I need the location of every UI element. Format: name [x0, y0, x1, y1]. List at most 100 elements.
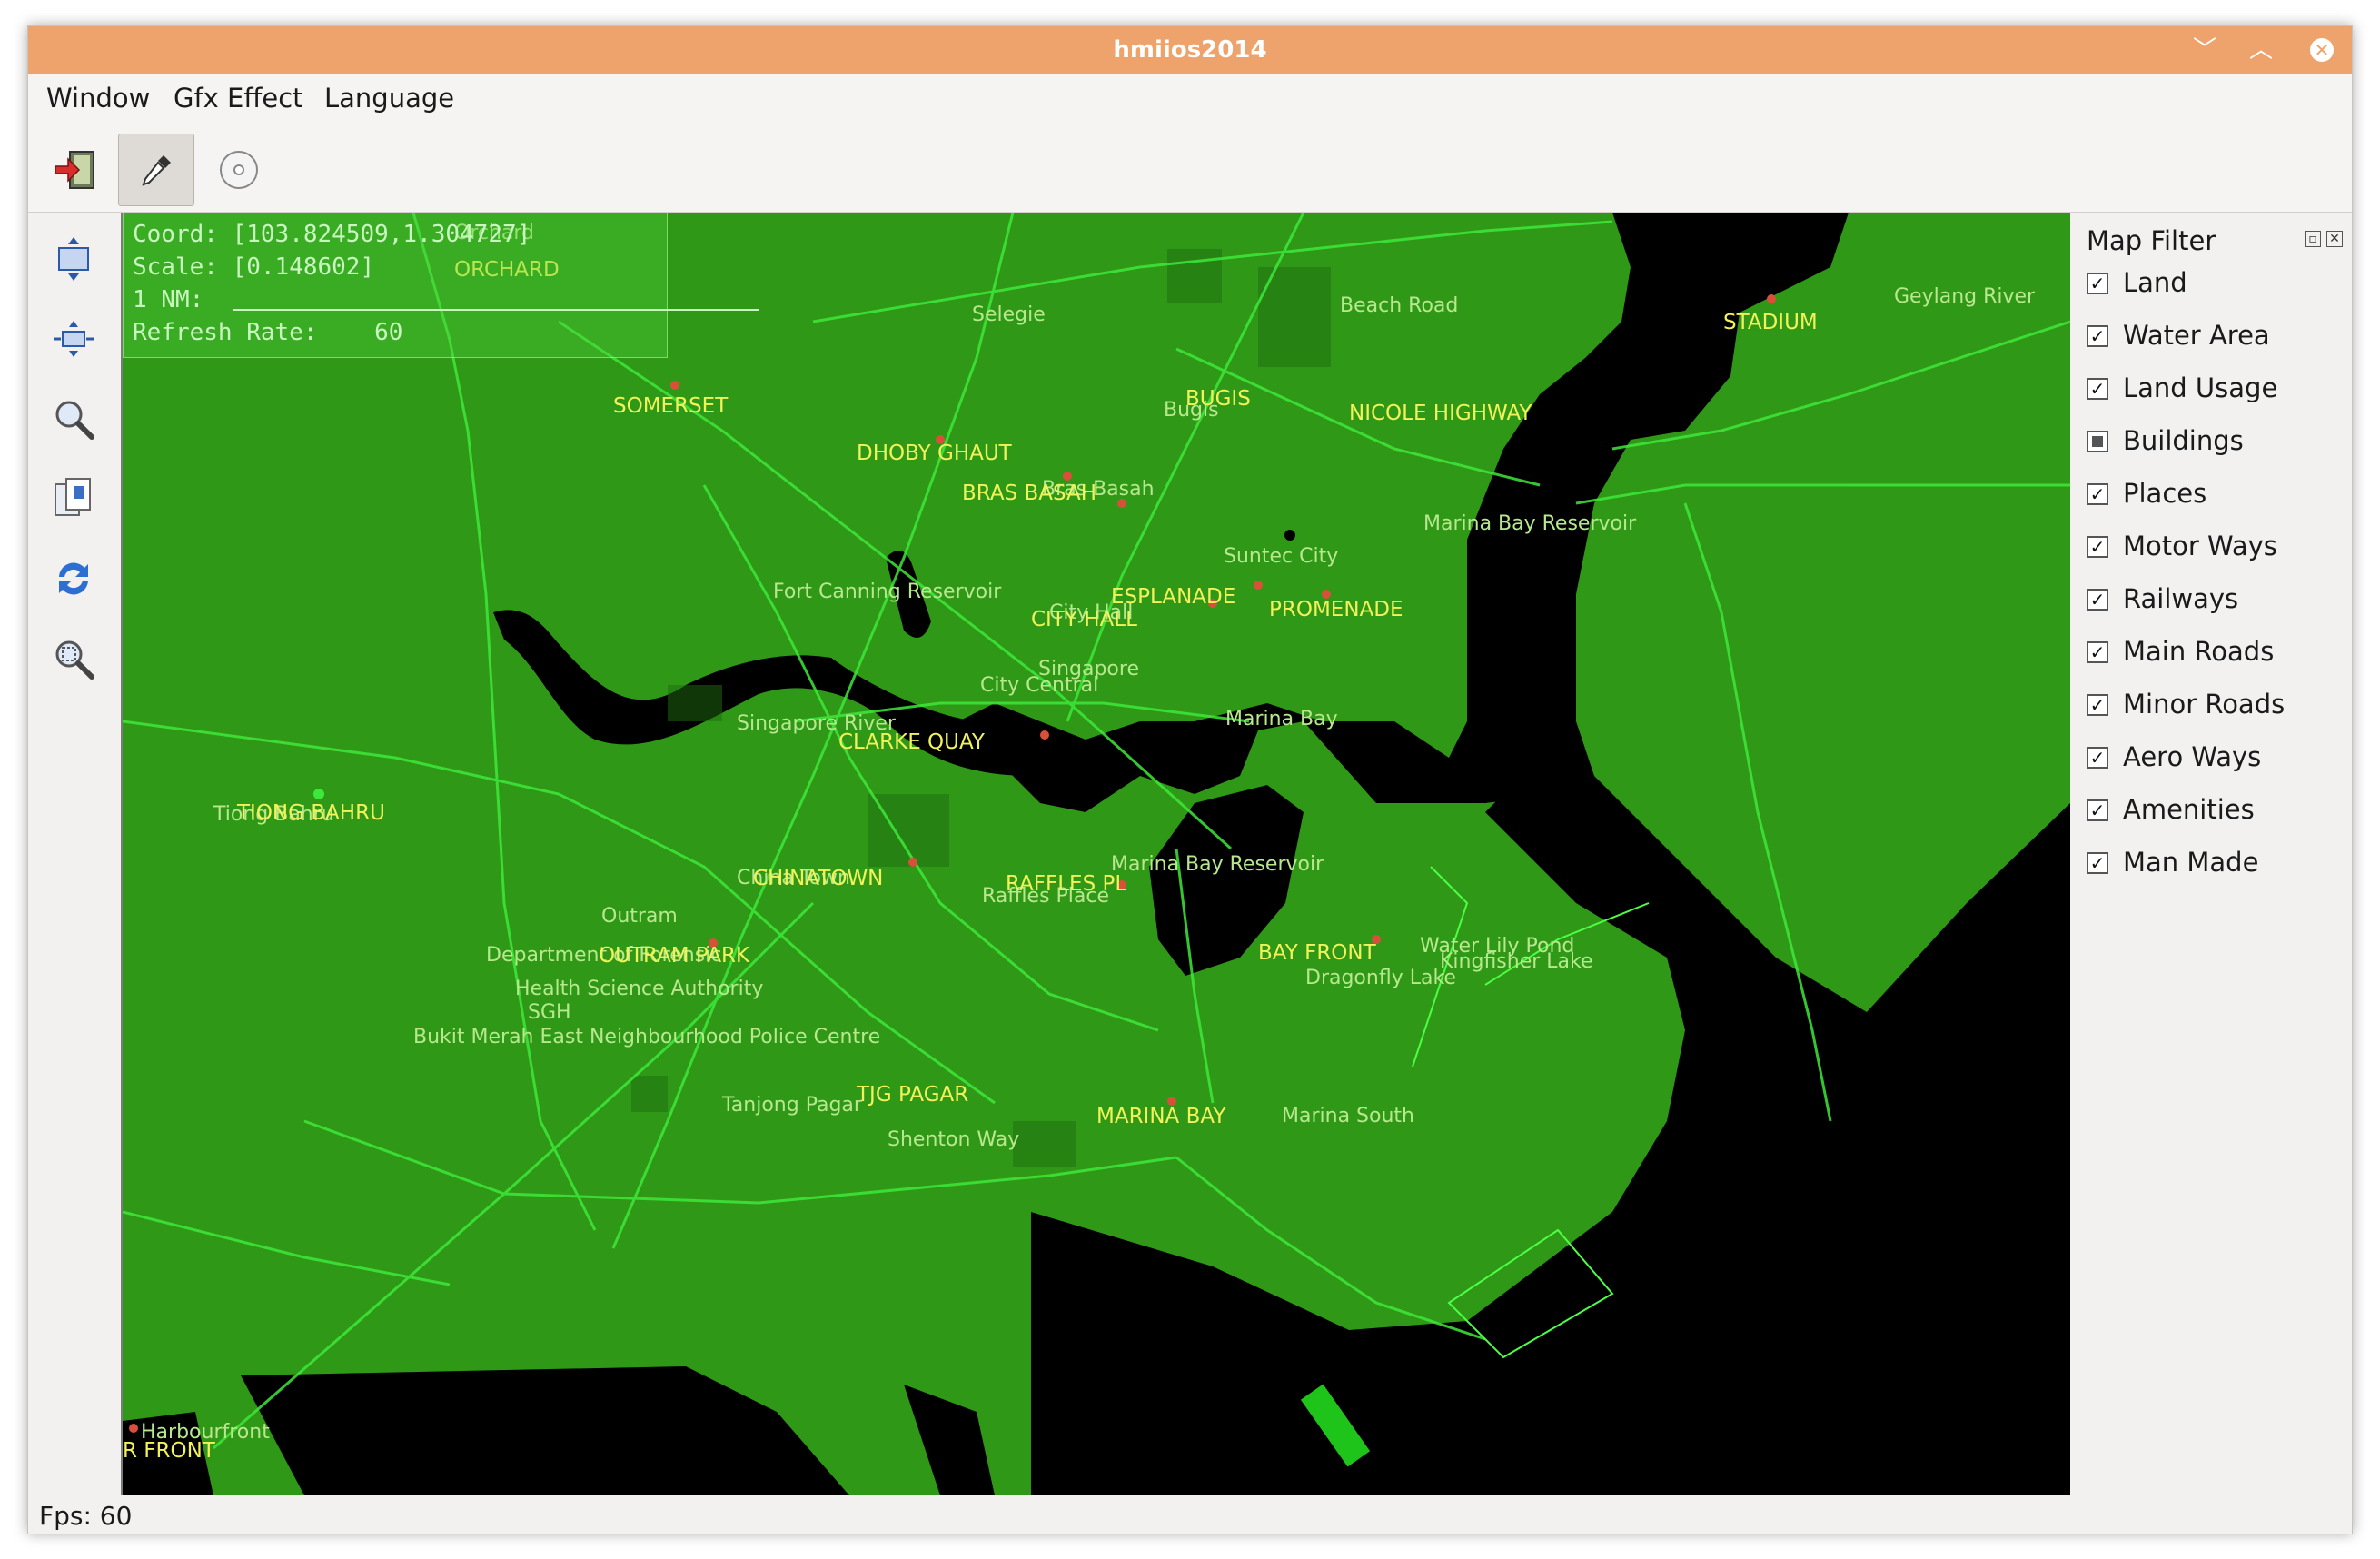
filter-label: Buildings [2123, 425, 2244, 456]
copy-icon [55, 478, 91, 516]
close-button[interactable]: ✕ [2310, 38, 2334, 62]
fps-readout: Fps: 60 [39, 1501, 133, 1531]
station-label: SOMERSET [613, 394, 729, 418]
station-label: STADIUM [1723, 311, 1818, 334]
filter-checkbox[interactable]: ✓ [2087, 589, 2108, 611]
filter-checkbox[interactable]: ✓ [2087, 641, 2108, 663]
filter-label: Railways [2123, 583, 2239, 614]
map-view[interactable]: Orchard Selegie Beach Road Geylang River… [121, 213, 2070, 1495]
disc-button[interactable] [201, 134, 277, 206]
menu-language[interactable]: Language [324, 83, 454, 114]
place-label: Marina Bay Reservoir [1423, 512, 1637, 535]
fit-view-icon [58, 237, 89, 281]
station-label: NICOLE HIGHWAY [1349, 402, 1532, 425]
filter-checkbox[interactable]: ✓ [2087, 694, 2108, 716]
title-bar[interactable]: hmiios2014 ﹀ ︿ ✕ [28, 26, 2352, 74]
app-window: hmiios2014 ﹀ ︿ ✕ Window Gfx Effect Langu… [27, 25, 2353, 1534]
zoom-button[interactable] [46, 392, 101, 446]
station-label: TIONG BAHRU [237, 801, 385, 825]
filter-checkbox[interactable]: ✓ [2087, 799, 2108, 821]
filter-label: Man Made [2123, 847, 2259, 878]
scale-label: Scale: [133, 253, 218, 281]
eyedropper-icon [142, 155, 171, 186]
filter-label: Water Area [2123, 320, 2270, 351]
panel-close-button[interactable]: ✕ [2326, 231, 2343, 247]
exit-icon [55, 151, 94, 189]
refresh-icon [59, 562, 88, 595]
filter-checkbox[interactable]: ✓ [2087, 325, 2108, 347]
place-label: Outram [601, 905, 678, 928]
place-label: Marina Bay [1225, 708, 1338, 730]
station-label: BRAS BASAH [962, 482, 1097, 505]
fit-width-icon [54, 321, 94, 357]
copy-button[interactable] [46, 472, 101, 526]
menu-window[interactable]: Window [46, 83, 150, 114]
exit-button[interactable] [37, 134, 114, 206]
place-label: Dragonfly Lake [1305, 967, 1456, 989]
place-label: Kingfisher Lake [1440, 950, 1593, 973]
toolbar [28, 121, 2352, 213]
scale-value: [0.148602] [232, 253, 375, 281]
refresh-label: Refresh Rate: [133, 319, 318, 346]
filter-checkbox[interactable]: ✓ [2087, 852, 2108, 874]
eyedropper-button[interactable] [118, 134, 194, 206]
coord-label: Coord: [133, 221, 218, 248]
filter-checkbox[interactable]: ✓ [2087, 273, 2108, 294]
station-label: CHINATOWN [753, 867, 884, 890]
station-label: BUGIS [1185, 387, 1251, 411]
station-label: BAY FRONT [1258, 941, 1376, 965]
place-label: Selegie [972, 303, 1046, 326]
place-label: Fort Canning Reservoir [773, 581, 1002, 603]
nm-label: 1 NM: [133, 286, 204, 313]
station-label: PROMENADE [1269, 598, 1403, 621]
place-label: Health Science Authority [515, 978, 764, 1000]
filter-checkbox[interactable]: ✓ [2087, 378, 2108, 400]
zoom-region-button[interactable] [46, 631, 101, 686]
filter-label: Amenities [2123, 794, 2255, 825]
station-label: OUTRAM PARK [599, 944, 750, 968]
filter-checkbox[interactable]: ✓ [2087, 536, 2108, 558]
zoom-icon [55, 401, 94, 440]
place-label: Tanjong Pagar [722, 1094, 862, 1117]
place-label: SGH [528, 1001, 571, 1024]
minimize-button[interactable]: ﹀ [2188, 34, 2221, 66]
place-label: Geylang River [1894, 285, 2036, 308]
refresh-button[interactable] [46, 551, 101, 606]
side-toolbar [28, 213, 119, 1502]
station-label: DHOBY GHAUT [857, 442, 1012, 465]
zoom-region-icon [55, 640, 94, 680]
station-label: RAFFLES PL [1006, 872, 1127, 896]
filter-label: Main Roads [2123, 636, 2275, 667]
refresh-value: 60 [374, 319, 403, 346]
fit-width-button[interactable] [46, 312, 101, 366]
place-label: Suntec City [1224, 545, 1339, 568]
place-label: Marina South [1282, 1105, 1414, 1127]
filter-label: Aero Ways [2123, 741, 2262, 772]
status-bar: Fps: 60 [28, 1495, 2352, 1534]
disc-icon [220, 151, 258, 189]
place-label: Shenton Way [888, 1128, 1020, 1151]
hud-overlay: Coord: [103.824509,1.304727] Scale: [0.1… [123, 213, 759, 358]
scale-bar [233, 309, 759, 311]
filter-checkbox[interactable] [2087, 431, 2108, 452]
filter-checkbox[interactable]: ✓ [2087, 747, 2108, 769]
menu-gfx-effect[interactable]: Gfx Effect [174, 83, 303, 114]
panel-title: Map Filter [2087, 225, 2216, 256]
filter-label: Land [2123, 267, 2187, 298]
place-label: Marina Bay Reservoir [1111, 853, 1324, 876]
fit-view-button[interactable] [46, 232, 101, 286]
place-label: City Central [980, 674, 1099, 697]
filter-label: Land Usage [2123, 372, 2278, 403]
menu-bar: Window Gfx Effect Language [28, 74, 2352, 122]
filter-checkbox[interactable]: ✓ [2087, 483, 2108, 505]
map-canvas[interactable] [123, 213, 2070, 1495]
coord-value: [103.824509,1.304727] [232, 221, 531, 248]
map-filter-panel: Map Filter ▫ ✕ ✓ Land ✓ Water Area ✓ Land Usa… [2070, 213, 2352, 1495]
place-label: Beach Road [1340, 294, 1459, 317]
maximize-button[interactable]: ︿ [2245, 34, 2277, 66]
station-label: ESPLANADE [1111, 585, 1236, 609]
window-title: hmiios2014 [1113, 36, 1267, 64]
filter-label: Minor Roads [2123, 689, 2286, 720]
water-areas [123, 213, 2070, 1495]
panel-float-button[interactable]: ▫ [2305, 231, 2321, 247]
